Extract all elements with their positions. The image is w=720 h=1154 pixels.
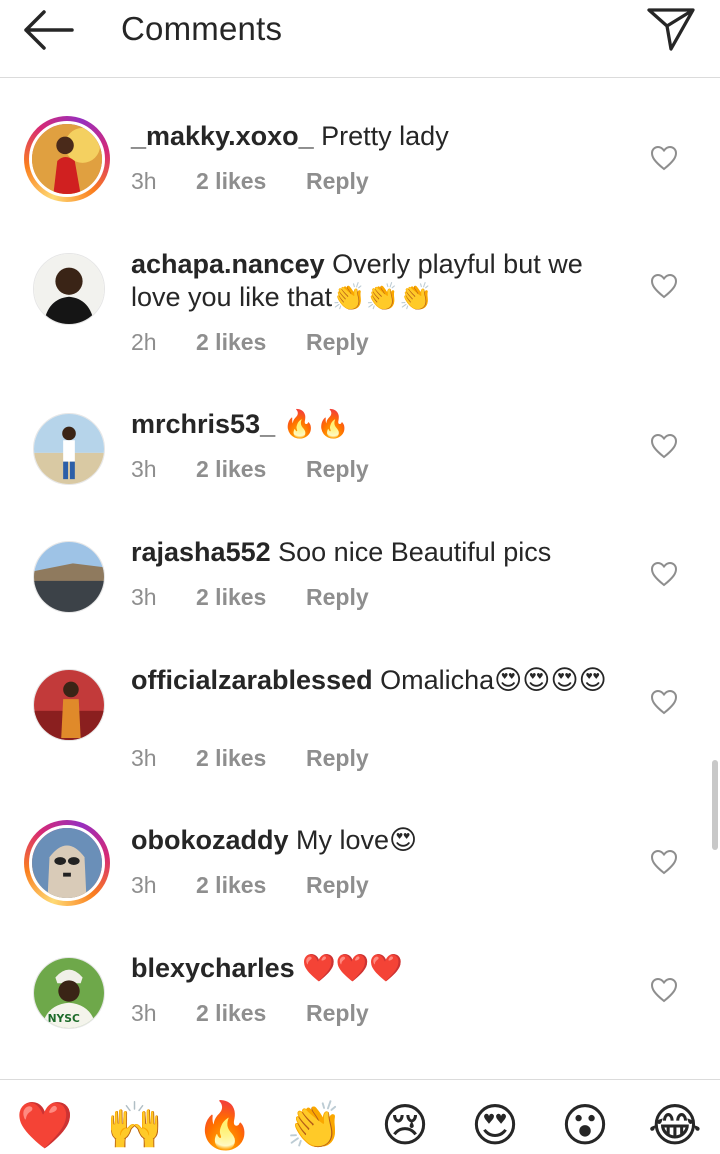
comment-body: My love😍 — [296, 825, 418, 855]
comment-time: 3h — [131, 168, 157, 194]
comment-username[interactable]: mrchris53_ — [131, 409, 275, 439]
comment-time: 3h — [131, 584, 157, 610]
reply-button[interactable]: Reply — [306, 1000, 369, 1027]
scrollbar[interactable] — [712, 760, 718, 850]
page-title: Comments — [121, 10, 283, 47]
comment-username[interactable]: officialzarablessed — [131, 665, 373, 695]
heart-outline-icon[interactable] — [650, 145, 678, 171]
emoji-reaction-bar: ❤️ 🙌 🔥 👏 😢 😍 😮 😂 — [0, 1079, 720, 1154]
reply-button[interactable]: Reply — [306, 329, 369, 356]
comment-text: mrchris53_ 🔥🔥 — [131, 408, 611, 441]
comment-username[interactable]: achapa.nancey — [131, 249, 325, 279]
avatar[interactable] — [24, 532, 110, 618]
comment-body: Soo nice Beautiful pics — [278, 537, 552, 567]
reply-button[interactable]: Reply — [306, 745, 369, 772]
comment-body: Omalicha😍😍😍😍 — [380, 665, 607, 695]
emoji-raising-hands-button[interactable]: 🙌 — [105, 1098, 165, 1152]
svg-text:NYSC: NYSC — [48, 1012, 80, 1025]
heart-outline-icon[interactable] — [650, 977, 678, 1003]
heart-outline-icon[interactable] — [650, 433, 678, 459]
comment-time: 3h — [131, 456, 157, 482]
reply-button[interactable]: Reply — [306, 168, 369, 195]
comment-text: obokozaddy My love😍 — [131, 824, 611, 857]
comment-likes[interactable]: 2 likes — [196, 1000, 266, 1027]
comment-likes[interactable]: 2 likes — [196, 456, 266, 483]
comment-likes[interactable]: 2 likes — [196, 872, 266, 899]
comment-username[interactable]: rajasha552 — [131, 537, 271, 567]
header-bar: Comments — [0, 0, 720, 78]
avatar[interactable]: NYSC — [24, 948, 110, 1034]
paper-plane-icon — [647, 8, 695, 51]
comment-text: blexycharles ❤️❤️❤️ — [131, 952, 611, 985]
comment-text: rajasha552 Soo nice Beautiful pics — [131, 536, 611, 569]
back-button[interactable] — [20, 8, 76, 52]
comment-likes[interactable]: 2 likes — [196, 168, 266, 195]
reply-button[interactable]: Reply — [306, 584, 369, 611]
comment-text: achapa.nancey Overly playful but we love… — [131, 248, 611, 314]
emoji-fire-button[interactable]: 🔥 — [195, 1098, 255, 1152]
reply-button[interactable]: Reply — [306, 456, 369, 483]
reply-button[interactable]: Reply — [306, 872, 369, 899]
comment-username[interactable]: blexycharles — [131, 953, 295, 983]
avatar[interactable] — [24, 116, 110, 202]
comment-likes[interactable]: 2 likes — [196, 745, 266, 772]
comment-text: _makky.xoxo_ Pretty lady — [131, 120, 611, 153]
comment-likes[interactable]: 2 likes — [196, 329, 266, 356]
avatar[interactable] — [24, 820, 110, 906]
emoji-heart-eyes-button[interactable]: 😍 — [465, 1098, 525, 1152]
emoji-surprised-button[interactable]: 😮 — [555, 1098, 615, 1152]
arrow-left-icon — [24, 10, 74, 50]
comment-body: ❤️❤️❤️ — [302, 953, 403, 983]
comment-time: 3h — [131, 1000, 157, 1026]
comment-time: 3h — [131, 872, 157, 898]
comment-likes[interactable]: 2 likes — [196, 584, 266, 611]
emoji-crying-button[interactable]: 😢 — [375, 1098, 435, 1152]
heart-outline-icon[interactable] — [650, 561, 678, 587]
heart-outline-icon[interactable] — [650, 849, 678, 875]
emoji-laughing-button[interactable]: 😂 — [645, 1098, 705, 1152]
emoji-heart-button[interactable]: ❤️ — [15, 1098, 75, 1152]
heart-outline-icon[interactable] — [650, 689, 678, 715]
heart-outline-icon[interactable] — [650, 273, 678, 299]
comment-time: 2h — [131, 329, 157, 355]
send-button[interactable] — [646, 6, 696, 52]
comment-body: 🔥🔥 — [282, 409, 350, 439]
comment-body: Pretty lady — [321, 121, 449, 151]
avatar[interactable] — [24, 404, 110, 490]
avatar[interactable] — [24, 660, 110, 746]
comment-username[interactable]: obokozaddy — [131, 825, 289, 855]
avatar[interactable] — [24, 244, 110, 330]
emoji-clapping-button[interactable]: 👏 — [285, 1098, 345, 1152]
comment-text: officialzarablessed Omalicha😍😍😍😍 — [131, 664, 611, 697]
comment-username[interactable]: _makky.xoxo_ — [131, 121, 314, 151]
comment-time: 3h — [131, 745, 157, 771]
